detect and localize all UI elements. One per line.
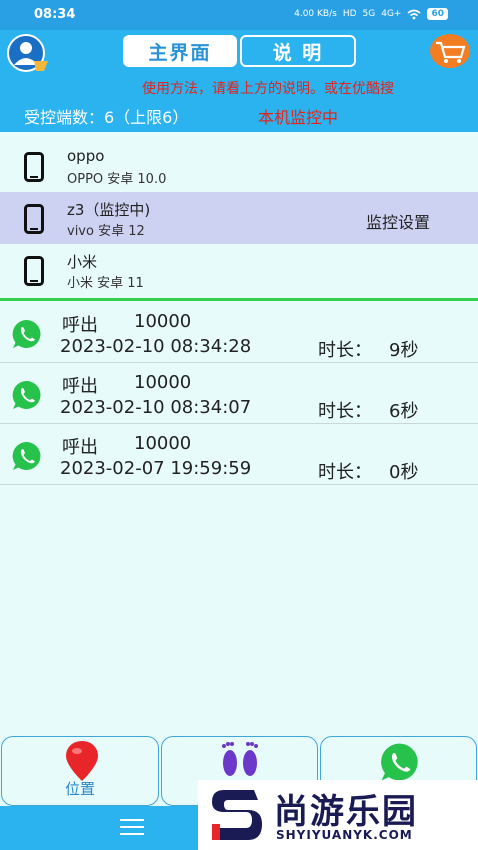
call-type: 呼出: [62, 315, 98, 336]
nav-location-button[interactable]: 位置: [1, 736, 159, 806]
whatsapp-icon: [12, 319, 41, 348]
monitor-settings-button[interactable]: 监控设置: [366, 209, 430, 233]
call-time: 2023-02-07 19:59:59: [60, 458, 252, 479]
signal-5g-icon: 5G: [362, 9, 376, 19]
scrolling-notice: 使用方法，请看上方的说明。或在优酷搜: [0, 78, 478, 100]
duration-label: 时长：: [318, 462, 372, 483]
clock: 08:34: [34, 7, 76, 22]
device-info: 小米 安卓 11: [67, 276, 144, 291]
device-name: 小米: [67, 253, 98, 271]
device-info: vivo 安卓 12: [67, 224, 145, 239]
call-time: 2023-02-10 08:34:28: [60, 336, 252, 357]
signal-4g-icon: 4G+: [381, 9, 402, 19]
watermark: 尚游乐园 SHYIYUANYK.COM: [198, 780, 478, 850]
monitor-status: 本机监控中: [258, 108, 339, 127]
controlled-count: 受控端数：6（上限6）: [24, 108, 189, 127]
call-number: 10000: [134, 433, 192, 454]
wifi-icon: [407, 9, 421, 19]
footprints-icon: [222, 742, 258, 776]
tab-help[interactable]: 说 明: [240, 35, 356, 67]
call-number: 10000: [134, 372, 192, 393]
device-name: z3（监控中): [67, 201, 151, 219]
phone-icon: [24, 204, 44, 234]
menu-icon[interactable]: [120, 819, 144, 837]
call-record[interactable]: 呼出 10000 2023-02-10 08:34:07 时长： 6秒: [0, 363, 478, 424]
tab-main[interactable]: 主界面: [123, 35, 237, 67]
call-type: 呼出: [62, 437, 98, 458]
call-time: 2023-02-10 08:34:07: [60, 397, 252, 418]
network-speed: 4.00 KB/s: [294, 9, 337, 19]
whatsapp-icon: [12, 441, 41, 470]
watermark-title: 尚游乐园: [274, 792, 418, 832]
watermark-logo-icon: [212, 790, 262, 840]
section-divider: [0, 298, 478, 301]
call-type: 呼出: [62, 376, 98, 397]
app-header: 主界面 说 明 使用方法，请看上方的说明。或在优酷搜 受控端数：6（上限6） 本…: [0, 30, 478, 132]
call-duration: 9秒: [389, 340, 419, 361]
duration-label: 时长：: [318, 340, 372, 361]
call-log-list: 呼出 10000 2023-02-10 08:34:28 时长： 9秒 呼出 1…: [0, 302, 478, 485]
call-record[interactable]: 呼出 10000 2023-02-10 08:34:28 时长： 9秒: [0, 302, 478, 363]
whatsapp-phone-icon: [381, 743, 418, 781]
device-item[interactable]: oppo OPPO 安卓 10.0: [0, 140, 478, 192]
call-duration: 6秒: [389, 401, 419, 422]
call-duration: 0秒: [389, 462, 419, 483]
status-bar: 08:34 4.00 KB/s HD 5G 4G+ 60: [0, 0, 478, 30]
duration-label: 时长：: [318, 401, 372, 422]
call-record[interactable]: 呼出 10000 2023-02-07 19:59:59 时长： 0秒: [0, 424, 478, 485]
nav-location-label: 位置: [64, 780, 95, 798]
device-info: OPPO 安卓 10.0: [67, 172, 167, 187]
device-list: oppo OPPO 安卓 10.0 z3（监控中) vivo 安卓 12 监控设…: [0, 140, 478, 296]
hd-icon: HD: [342, 9, 357, 19]
location-pin-icon: [66, 741, 98, 781]
notice-text: 使用方法，请看上方的说明。或在优酷搜: [142, 81, 394, 97]
status-icons: 4.00 KB/s HD 5G 4G+ 60: [294, 8, 448, 20]
device-item[interactable]: 小米 小米 安卓 11: [0, 244, 478, 296]
shopping-cart-icon[interactable]: [428, 33, 472, 69]
call-number: 10000: [134, 311, 192, 332]
device-item[interactable]: z3（监控中) vivo 安卓 12 监控设置: [0, 192, 478, 244]
watermark-url: SHYIYUANYK.COM: [276, 828, 413, 842]
phone-icon: [24, 256, 44, 286]
user-avatar-icon[interactable]: [4, 33, 52, 73]
battery-icon: 60: [427, 8, 448, 20]
device-name: oppo: [67, 147, 105, 165]
whatsapp-icon: [12, 380, 41, 409]
phone-icon: [24, 152, 44, 182]
